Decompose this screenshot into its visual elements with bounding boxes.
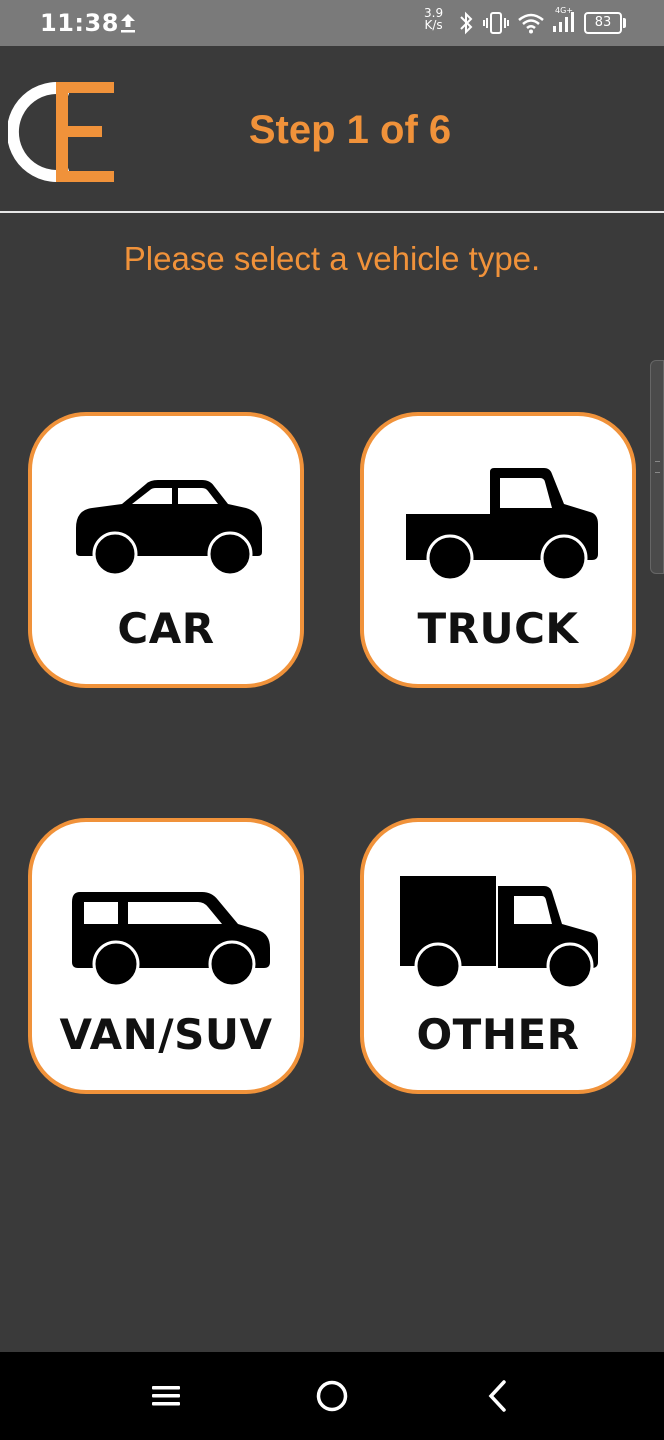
- vehicle-option-car[interactable]: CAR: [28, 412, 304, 688]
- upload-icon: [121, 14, 135, 33]
- vehicle-option-other[interactable]: OTHER: [360, 818, 636, 1094]
- wifi-icon: [518, 13, 544, 34]
- home-icon[interactable]: [314, 1378, 350, 1414]
- app-header: Step 1 of 6: [0, 46, 664, 212]
- bluetooth-icon: [460, 11, 473, 35]
- ce-logo: [8, 82, 114, 182]
- vehicle-option-truck[interactable]: TRUCK: [360, 412, 636, 688]
- scroll-grip-icon: [655, 461, 660, 473]
- vehicle-label-truck: TRUCK: [417, 604, 579, 653]
- battery-tip: [623, 18, 626, 28]
- car-icon: [76, 480, 262, 577]
- scroll-handle[interactable]: [650, 360, 664, 574]
- pickup-truck-icon: [406, 468, 598, 582]
- vibrate-icon: [483, 12, 509, 34]
- box-truck-icon: [400, 876, 598, 990]
- battery-icon: 83: [584, 12, 622, 34]
- vehicle-label-van-suv: VAN/SUV: [59, 1010, 273, 1059]
- system-nav-bar: [0, 1352, 664, 1440]
- step-title: Step 1 of 6: [248, 108, 452, 152]
- vehicle-label-car: CAR: [117, 604, 215, 653]
- network-speed: 3.9 K/s: [424, 7, 443, 31]
- signal-icon: [553, 12, 574, 32]
- back-icon[interactable]: [484, 1378, 512, 1414]
- status-time: 11:38: [40, 9, 119, 37]
- speed-unit: K/s: [424, 18, 443, 32]
- van-suv-icon: [72, 892, 270, 988]
- menu-icon[interactable]: [150, 1380, 182, 1412]
- status-bar: 11:38 3.9 K/s 4G+ 83: [0, 0, 664, 46]
- vehicle-label-other: OTHER: [416, 1010, 580, 1059]
- vehicle-type-prompt: Please select a vehicle type.: [123, 240, 541, 277]
- vehicle-option-van-suv[interactable]: VAN/SUV: [28, 818, 304, 1094]
- header-divider: [0, 211, 664, 213]
